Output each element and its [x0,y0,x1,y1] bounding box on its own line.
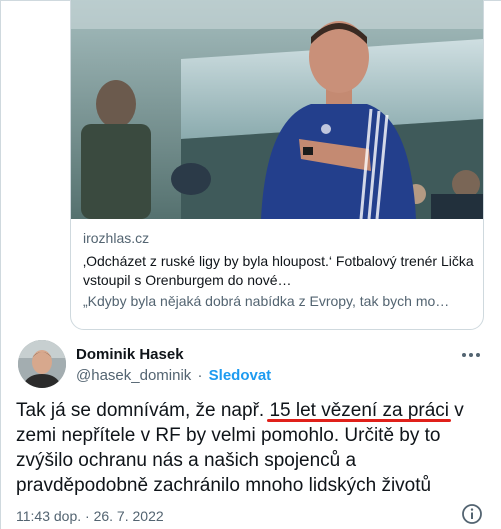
author-name[interactable]: Dominik Hasek [76,345,184,365]
follow-button[interactable]: Sledovat [209,367,272,384]
left-divider [0,0,1,529]
article-photo [71,0,483,219]
tweet-text: Tak já se domnívám, že např. 15 let věze… [16,398,486,498]
author-handle[interactable]: @hasek_dominik [76,367,191,384]
tweet-timestamp[interactable]: 11:43 dop. · 26. 7. 2022 [16,507,164,526]
card-domain: irozhlas.cz [83,230,150,246]
separator-dot: · [197,367,203,384]
more-icon [462,353,480,357]
card-title[interactable]: ‚Odcházet z ruské ligy by byla hloupost.… [83,252,475,290]
more-button[interactable] [455,345,487,365]
card-description: „Kdyby byla nějaká dobrá nabídka z Evrop… [83,293,450,309]
underlined-phrase: 15 let vězení za práci [269,400,449,421]
info-icon[interactable] [461,503,483,525]
author-handle-row: @hasek_dominik · Sledovat [76,366,271,386]
tweet-text-before: Tak já se domnívám, že např. [16,400,270,421]
avatar[interactable] [18,340,66,388]
link-preview-card[interactable]: irozhlas.cz ‚Odcházet z ruské ligy by by… [70,0,484,330]
